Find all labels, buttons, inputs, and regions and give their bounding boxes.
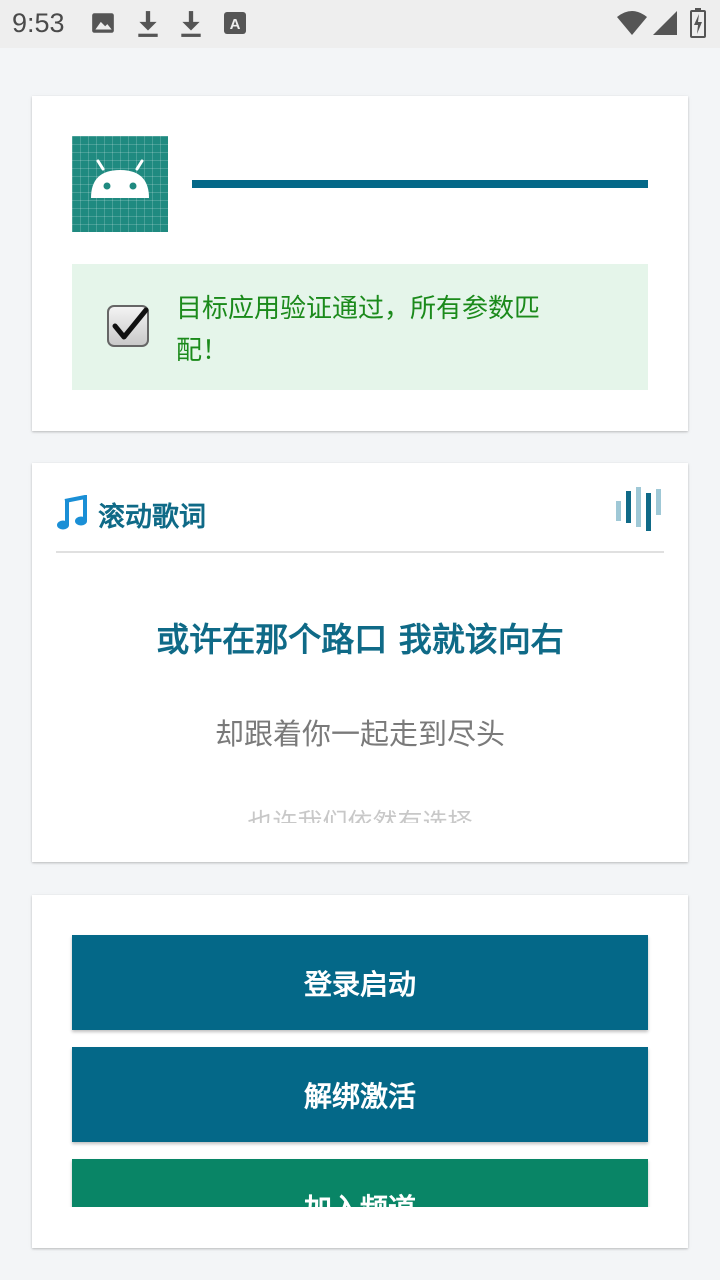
lyric-next-line: 却跟着你一起走到尽头 [214,717,505,751]
status-bar: 9:53 A [0,0,720,48]
buttons-scroll-area[interactable]: 登录启动 解绑激活 加入频道 [32,895,688,1207]
battery-charging-icon [690,8,706,38]
verification-banner: 目标应用验证通过，所有参数匹配！ [72,264,648,390]
lyric-faded-line-container: 也许我们依然有选择 [32,807,688,823]
music-note-icon [57,495,87,530]
font-icon: A [224,12,246,34]
image-icon [92,13,114,33]
audio-bars-icon [616,487,661,531]
lyrics-divider [56,551,664,553]
lyrics-title: 滚动歌词 [98,502,206,533]
join-channel-button[interactable]: 加入频道 [72,1159,648,1207]
app-verification-card: 目标应用验证通过，所有参数匹配！ [32,96,688,431]
progress-line [192,180,648,188]
checkbox-checked-icon [107,305,149,347]
actions-card: 登录启动 解绑激活 加入频道 [32,895,688,1248]
signal-icon [653,11,677,35]
login-start-button[interactable]: 登录启动 [72,935,648,1030]
status-time: 9:53 [12,8,65,38]
lyrics-card: 滚动歌词 或许在那个路口 我就该向右 却跟着你一起走到尽头 也许我们依然有选择 [32,463,688,862]
app-icon [72,136,168,232]
android-icon [91,159,149,198]
svg-text:A: A [230,16,241,33]
lyric-faded-line: 也许我们依然有选择 [247,808,473,823]
wifi-icon [617,11,647,35]
verification-message: 目标应用验证通过，所有参数匹配！ [176,294,541,366]
lyrics-header: 滚动歌词 [56,487,664,533]
unbind-activate-button[interactable]: 解绑激活 [72,1047,648,1142]
lyric-current-line: 或许在那个路口 我就该向右 [156,620,564,659]
download-icon [138,11,158,37]
download-icon [181,11,201,37]
